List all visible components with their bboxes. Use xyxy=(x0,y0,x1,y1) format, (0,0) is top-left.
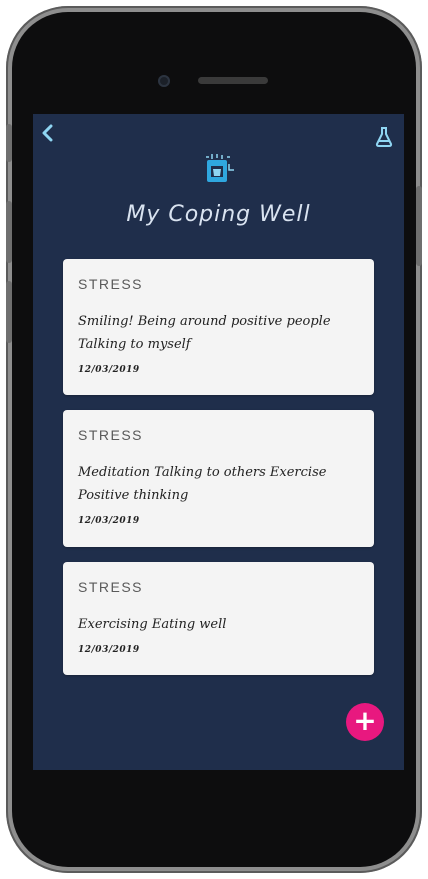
flask-icon xyxy=(375,127,393,147)
coping-card[interactable]: STRESS Meditation Talking to others Exer… xyxy=(63,410,374,547)
card-date: 12/03/2019 xyxy=(78,645,140,655)
card-category: STRESS xyxy=(78,276,144,292)
flask-button[interactable] xyxy=(374,126,394,148)
card-entry: Smiling! Being around positive people Ta… xyxy=(78,314,331,352)
front-camera xyxy=(158,75,170,87)
earpiece-speaker xyxy=(198,77,268,84)
coping-card[interactable]: STRESS Exercising Eating well 12/03/2019 xyxy=(63,562,374,675)
card-category: STRESS xyxy=(78,427,144,443)
page-title: My Coping Well xyxy=(126,202,311,227)
card-entry: Meditation Talking to others Exercise Po… xyxy=(78,465,327,503)
power-button xyxy=(416,186,422,266)
card-date: 12/03/2019 xyxy=(78,516,140,526)
add-entry-button[interactable]: + xyxy=(346,703,384,741)
back-chevron-icon xyxy=(42,124,53,142)
coping-card[interactable]: STRESS Smiling! Being around positive pe… xyxy=(63,259,374,395)
plus-icon: + xyxy=(353,704,377,737)
card-entry: Exercising Eating well xyxy=(78,617,227,632)
coping-cup-icon xyxy=(203,152,239,186)
back-button[interactable] xyxy=(41,124,63,146)
card-category: STRESS xyxy=(78,579,144,595)
card-date: 12/03/2019 xyxy=(78,365,140,375)
app-screen: My Coping Well STRESS Smiling! Being aro… xyxy=(33,114,404,770)
